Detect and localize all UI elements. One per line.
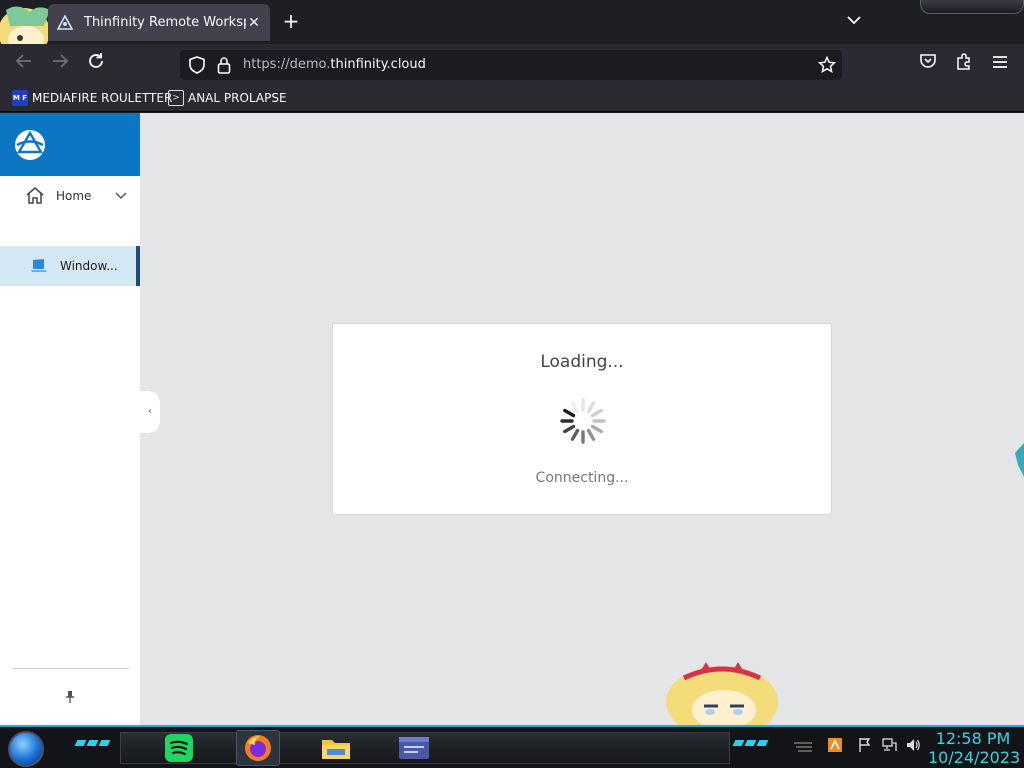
sidebar-home-label: Home xyxy=(56,189,92,203)
action-center-flag-icon[interactable] xyxy=(857,737,873,757)
window-icon xyxy=(399,737,429,759)
bookmark-star-icon[interactable] xyxy=(817,55,837,78)
chevron-down-icon[interactable] xyxy=(115,192,127,200)
bookmark-item-mediafire[interactable]: M F MEDIAFIRE ROULETTER xyxy=(12,90,172,106)
clock-time: 12:58 PM xyxy=(935,729,1011,748)
taskbar-app-file-explorer[interactable] xyxy=(314,730,358,766)
taskbar-clock[interactable]: 12:58 PM 10/24/2023 xyxy=(928,729,1021,767)
loading-dialog: Loading... Connecting... xyxy=(332,323,832,515)
sidebar-divider xyxy=(12,668,129,669)
thinfinity-icon xyxy=(56,14,74,32)
bookmark-label: MEDIAFIRE ROULETTER xyxy=(32,91,173,105)
sidebar-collapse-chevron-left-icon[interactable]: ‹ xyxy=(140,391,160,433)
loading-status-text: Connecting... xyxy=(535,470,629,486)
reload-icon[interactable] xyxy=(84,52,108,76)
back-arrow-icon[interactable] xyxy=(12,52,36,76)
browser-tab-bar: Thinfinity Remote Workspace ✕ + xyxy=(0,0,1024,56)
bookmarks-toolbar: M F MEDIAFIRE ROULETTER > ANAL PROLAPSE xyxy=(0,84,1024,112)
lock-icon[interactable] xyxy=(217,56,231,78)
taskbar-app-firefox[interactable] xyxy=(236,730,280,766)
tracking-protection-shield-icon[interactable] xyxy=(189,56,205,78)
folder-icon xyxy=(322,740,350,759)
pin-icon[interactable] xyxy=(64,690,76,704)
bookmark-item-terminal[interactable]: > ANAL PROLAPSE xyxy=(168,90,287,106)
extensions-puzzle-icon[interactable] xyxy=(952,52,976,76)
tray-app-icon[interactable] xyxy=(827,737,843,757)
terminal-icon: > xyxy=(168,90,184,106)
tab-title: Thinfinity Remote Workspace xyxy=(84,15,246,30)
new-tab-button[interactable]: + xyxy=(280,10,302,32)
forward-arrow-icon[interactable] xyxy=(48,52,72,76)
sidebar-header xyxy=(0,113,140,176)
close-tab-icon[interactable]: ✕ xyxy=(246,15,262,31)
taskbar-decoration-left xyxy=(74,740,111,746)
sidebar-item-windows-profile[interactable]: Window... xyxy=(0,246,140,286)
thinfinity-logo-icon[interactable] xyxy=(13,128,47,162)
bookmark-label: ANAL PROLAPSE xyxy=(188,91,287,105)
character-sticker-bottom xyxy=(666,662,778,726)
firefox-icon xyxy=(245,735,271,761)
desktop-decoration-fragment xyxy=(1015,443,1024,477)
clock-date: 10/24/2023 xyxy=(928,748,1021,767)
url-bar[interactable]: https://demo.thinfinity.cloud xyxy=(180,50,842,80)
url-text[interactable]: https://demo.thinfinity.cloud xyxy=(243,57,426,72)
home-icon xyxy=(26,187,44,204)
web-page-content: Home Window... ‹ Loading... Connecting..… xyxy=(0,113,1024,726)
app-menu-hamburger-icon[interactable] xyxy=(988,52,1012,76)
app-sidebar: Home Window... xyxy=(0,113,140,725)
list-all-tabs-chevron-down-icon[interactable] xyxy=(843,10,865,32)
sidebar-item-label: Window... xyxy=(60,259,118,273)
pocket-icon[interactable] xyxy=(916,52,940,76)
windows-taskbar: 12:58 PM 10/24/2023 xyxy=(0,725,1024,768)
loading-title: Loading... xyxy=(540,352,624,372)
taskbar-app-remote-window[interactable] xyxy=(392,730,436,766)
loading-spinner-icon xyxy=(560,398,606,444)
browser-nav-bar: https://demo.thinfinity.cloud xyxy=(0,44,1024,84)
mediafire-icon: M F xyxy=(12,90,28,106)
network-icon[interactable] xyxy=(881,737,897,757)
taskbar-app-spotify[interactable] xyxy=(157,730,201,766)
sidebar-item-home[interactable]: Home xyxy=(0,176,140,216)
windows-laptop-icon xyxy=(31,259,47,272)
browser-tab-active[interactable]: Thinfinity Remote Workspace ✕ xyxy=(48,4,270,41)
window-frame-decoration xyxy=(920,0,1024,14)
start-button-orb-icon[interactable] xyxy=(8,731,44,767)
tray-show-desktop-icon[interactable] xyxy=(792,741,814,757)
taskbar-decoration-right xyxy=(732,740,769,746)
spotify-icon xyxy=(165,734,193,762)
volume-speaker-icon[interactable] xyxy=(905,737,921,757)
